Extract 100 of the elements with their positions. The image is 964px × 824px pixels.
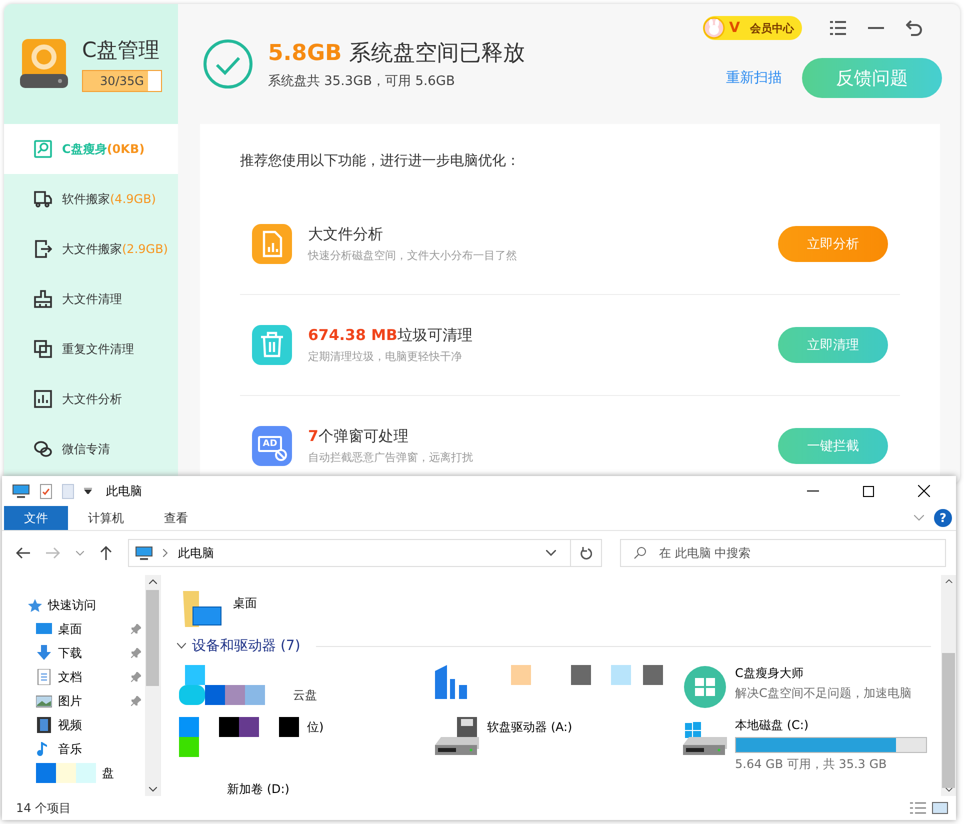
drive-label: 云盘: [293, 687, 317, 704]
app-title: C盘管理: [82, 37, 161, 64]
nav-item[interactable]: 下载: [28, 641, 145, 665]
computer-icon: [135, 546, 153, 560]
nav-label: 图片: [58, 692, 82, 710]
sidebar-item[interactable]: 大文件分析: [4, 374, 178, 424]
chevron-right-icon: [163, 549, 168, 557]
copy-icon: [34, 340, 52, 358]
address-bar[interactable]: 此电脑: [128, 539, 602, 567]
film-icon: [36, 717, 52, 733]
bar-chart-icon: [34, 390, 52, 408]
maximize-icon[interactable]: [863, 486, 874, 496]
nav-item[interactable]: 视频: [28, 713, 145, 737]
menu-icon[interactable]: [830, 21, 846, 35]
nav-label: 盘: [102, 764, 114, 782]
star-icon: [28, 598, 42, 612]
vip-center-button[interactable]: V 会员中心: [703, 16, 802, 40]
desktop-icon: [36, 621, 52, 637]
chat-bubbles-icon: [34, 440, 52, 458]
checklist-icon[interactable]: [40, 484, 52, 498]
chevron-down-icon[interactable]: [546, 550, 556, 556]
minimize-icon[interactable]: [868, 26, 884, 30]
quick-access-item[interactable]: 快速访问: [28, 593, 145, 617]
drive-description: 5.64 GB 可用，共 35.3 GB: [735, 756, 888, 773]
pixelated-block: [36, 763, 96, 783]
sidebar-label: 微信专清: [62, 440, 110, 458]
rabbit-avatar-icon: [703, 17, 726, 39]
status-title: 5.8GB 系统盘空间已释放: [268, 40, 525, 68]
sidebar-item[interactable]: 软件搬家(4.9GB): [4, 174, 178, 224]
scroll-up-icon[interactable]: [944, 579, 952, 583]
search-icon: [634, 547, 646, 559]
minimize-icon[interactable]: [807, 490, 819, 492]
group-header[interactable]: 设备和驱动器 (7): [192, 637, 300, 655]
nav-item[interactable]: 图片: [28, 689, 145, 713]
ribbon-tab[interactable]: 计算机: [68, 506, 144, 530]
ribbon-tab[interactable]: 查看: [144, 506, 208, 530]
pin-icon[interactable]: [131, 624, 141, 634]
nav-item[interactable]: 文档: [28, 665, 145, 689]
scrollbar[interactable]: [941, 575, 956, 796]
hard-drive-icon: [20, 38, 70, 90]
help-button[interactable]: ?: [934, 509, 952, 527]
sidebar-label: 大文件分析: [62, 390, 122, 408]
nav-label: 文档: [58, 668, 82, 686]
intro-text: 推荐您使用以下功能，进行进一步电脑优化：: [240, 152, 521, 170]
pixelated-block: [643, 665, 663, 685]
feature-description: 定期清理垃圾，电脑更轻快干净: [308, 349, 463, 364]
drive-label: 软盘驱动器 (A:): [487, 719, 572, 736]
sidebar-label: C盘瘦身(0KB): [62, 140, 145, 158]
picture-icon: [36, 693, 52, 709]
feature-title: 674.38 MB垃圾可清理: [308, 326, 474, 345]
item-count: 14 个项目: [16, 800, 72, 816]
scroll-down-icon[interactable]: [148, 787, 156, 792]
scroll-down-icon[interactable]: [944, 788, 952, 792]
large-icons-view-icon[interactable]: [932, 802, 948, 814]
pin-icon[interactable]: [131, 672, 141, 682]
scroll-up-icon[interactable]: [148, 579, 156, 584]
ribbon-tab[interactable]: 文件: [4, 506, 68, 530]
refresh-icon[interactable]: [580, 546, 592, 560]
nav-item[interactable]: 音乐: [28, 737, 145, 761]
details-view-icon[interactable]: [910, 802, 926, 814]
magnifier-icon: [34, 140, 52, 158]
export-icon: [34, 240, 52, 258]
nav-item[interactable]: 盘: [28, 761, 145, 785]
status-subtitle: 系统盘共 35.3GB，可用 5.6GB: [268, 73, 456, 90]
floppy-drive-icon: [435, 717, 479, 757]
folder-label: 桌面: [233, 595, 257, 612]
feature-title: 7个弹窗可处理: [308, 427, 410, 446]
sidebar-item[interactable]: 大文件清理: [4, 274, 178, 324]
dropdown-caret-icon[interactable]: [84, 488, 92, 494]
drive-label: C盘瘦身大师: [735, 665, 804, 682]
no-entry-icon: [275, 449, 287, 461]
search-field[interactable]: 在 此电脑 中搜索: [620, 539, 946, 567]
sidebar-item[interactable]: 重复文件清理: [4, 324, 178, 374]
broom-icon: [34, 290, 52, 308]
sidebar-item[interactable]: 微信专清: [4, 424, 178, 474]
pin-icon[interactable]: [131, 696, 141, 706]
window-title: 此电脑: [106, 482, 142, 500]
nav-label: 桌面: [58, 620, 82, 638]
close-icon[interactable]: [918, 485, 930, 497]
up-arrow-icon[interactable]: [100, 546, 112, 560]
building-bars-icon: [435, 665, 467, 699]
address-text: 此电脑: [178, 544, 214, 562]
window-logo-circle-icon: [683, 665, 727, 709]
drive-description: 解决C盘空间不足问题，加速电脑: [735, 685, 912, 702]
scrollbar[interactable]: [145, 575, 160, 796]
sidebar-item[interactable]: 大文件搬家(2.9GB): [4, 224, 178, 274]
feature-description: 快速分析磁盘空间，文件大小分布一目了然: [308, 248, 518, 263]
pin-icon[interactable]: [131, 648, 141, 658]
nav-label: 快速访问: [48, 596, 96, 614]
sidebar-label: 重复文件清理: [62, 340, 134, 358]
nav-label: 视频: [58, 716, 82, 734]
undo-arrow-icon[interactable]: [906, 20, 922, 36]
chevron-down-icon[interactable]: [177, 643, 186, 649]
drive-label: 新加卷 (D:): [227, 781, 290, 798]
nav-item[interactable]: 桌面: [28, 617, 145, 641]
check-circle-icon: [202, 38, 254, 90]
back-arrow-icon[interactable]: [16, 547, 30, 559]
feature-title: 大文件分析: [308, 225, 384, 244]
drive-label: 本地磁盘 (C:): [735, 717, 810, 734]
document-icon: [36, 669, 52, 685]
